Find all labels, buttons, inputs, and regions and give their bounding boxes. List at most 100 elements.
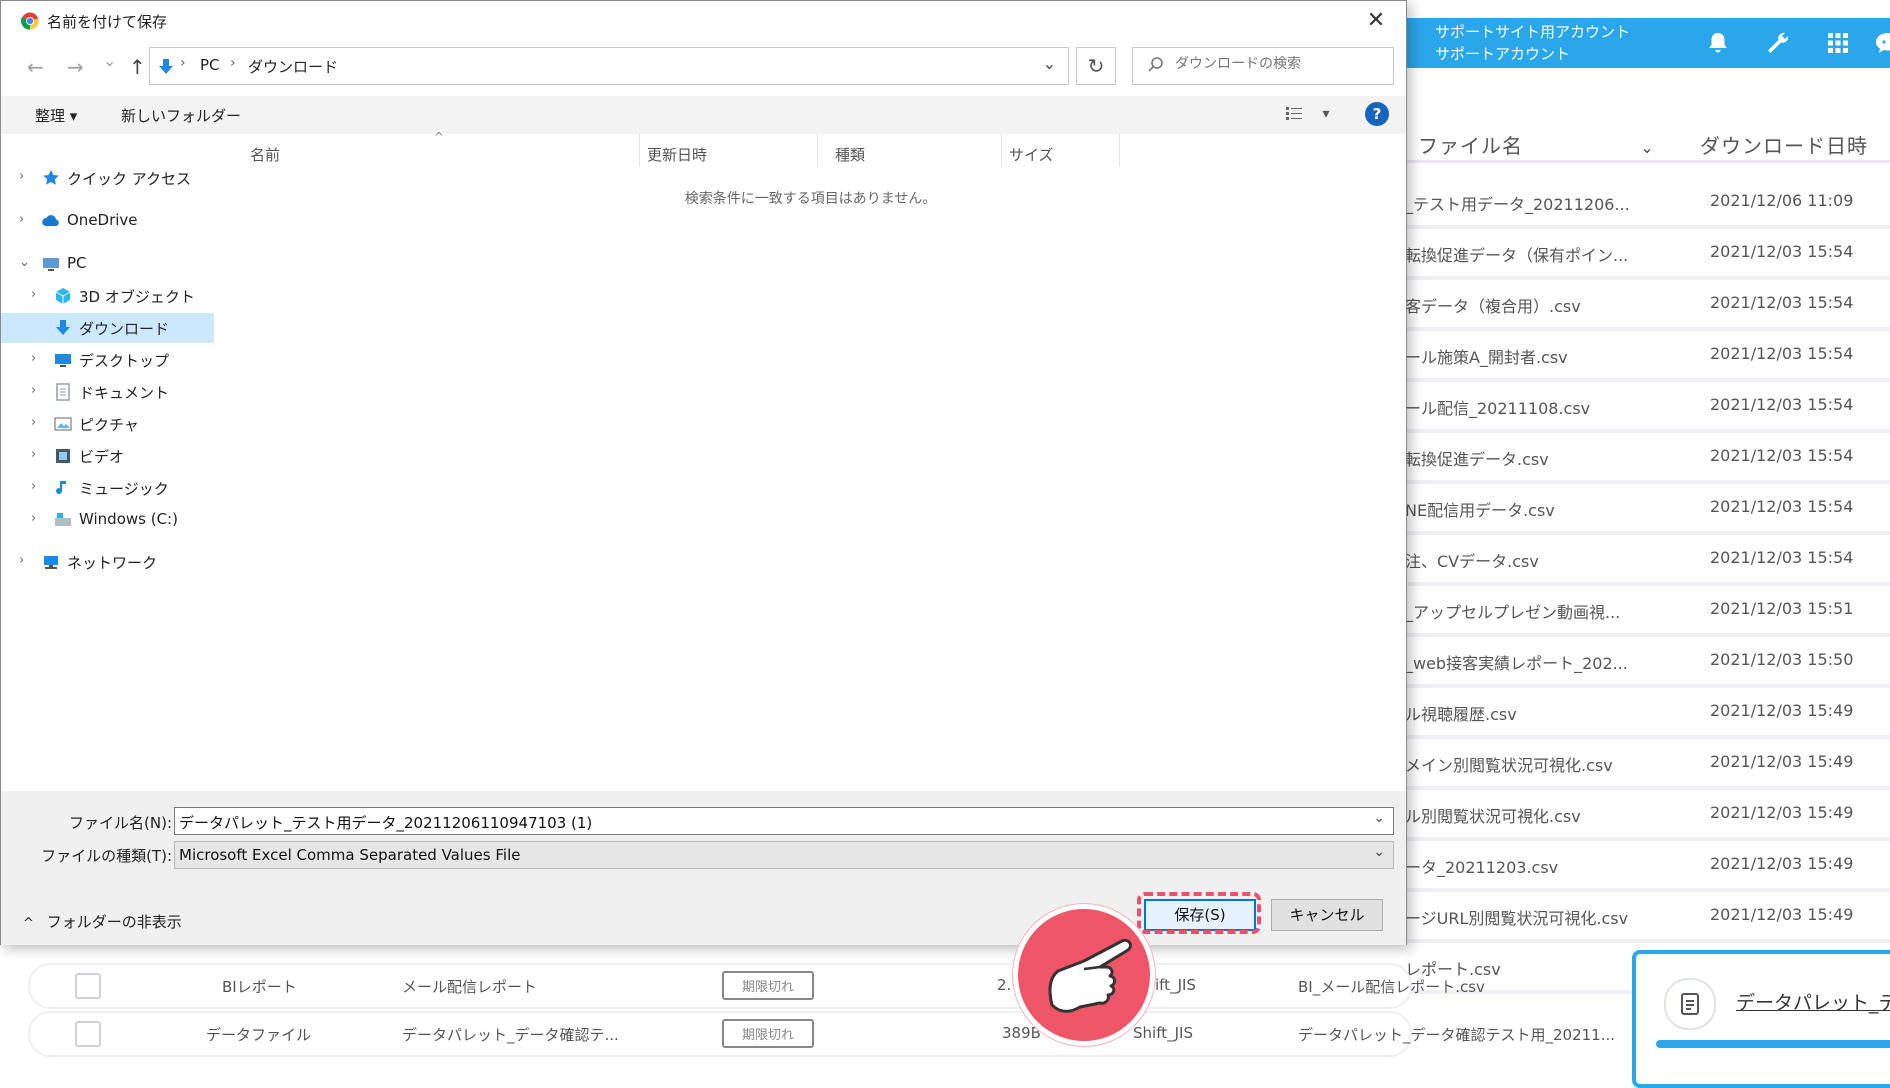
column-header-download-date[interactable]: ダウンロード日時 [1700,130,1868,159]
download-filename[interactable]: 客データ（複合用）.csv [1405,293,1665,317]
chevron-down-icon[interactable]: ⌄ [19,255,30,270]
chevron-down-icon[interactable]: ⌄ [1640,138,1654,157]
download-row[interactable]: ル別閲覧状況可視化.csv 2021/12/03 15:49 [1405,793,1890,841]
download-filename[interactable]: メイン別閲覧状況可視化.csv [1405,752,1665,776]
download-row[interactable]: ル視聴履歴.csv 2021/12/03 15:49 [1405,691,1890,739]
file-table-row[interactable]: データファイル データパレット_データ確認テ... 期限切れ 389B Shif… [28,1011,1615,1057]
breadcrumb-downloads[interactable]: ダウンロード [248,56,338,77]
download-popup[interactable]: データパレット_テ 1 [1632,950,1890,1088]
column-header-size[interactable]: サイズ [1009,144,1054,165]
tree-item-cube[interactable]: › 3D オブジェクト [1,281,214,311]
close-icon[interactable]: ✕ [1356,5,1396,37]
chevron-right-icon[interactable]: › [31,415,36,430]
download-filename[interactable]: 注、CVデータ.csv [1405,548,1665,572]
row-checkbox[interactable] [75,1021,101,1047]
tree-item-video[interactable]: › ビデオ [1,441,214,471]
row-file[interactable]: データパレット_データ確認テスト用_20211... [1298,1024,1615,1045]
download-row[interactable]: 注、CVデータ.csv 2021/12/03 15:54 [1405,538,1890,586]
tree-item-computer[interactable]: ⌄ PC [1,249,214,279]
download-filename[interactable]: NE配信用データ.csv [1405,497,1665,521]
download-filename[interactable]: ージURL別閲覧状況可視化.csv [1405,905,1665,929]
grid-icon[interactable] [1825,30,1851,56]
organize-button[interactable]: 整理 ▾ [35,105,77,126]
tree-item-cloud[interactable]: › OneDrive [1,206,214,236]
bell-icon[interactable] [1705,30,1731,56]
chevron-right-icon[interactable]: › [19,169,24,184]
download-filename[interactable]: ル視聴履歴.csv [1405,701,1665,725]
download-row[interactable]: ージURL別閲覧状況可視化.csv 2021/12/03 15:49 [1405,895,1890,943]
download-filename[interactable]: _アップセルプレゼン動画視... [1405,599,1665,623]
hide-folders-button[interactable]: ^ フォルダーの非表示 [23,911,182,932]
chevron-right-icon[interactable]: › [31,351,36,366]
search-input[interactable] [1173,55,1387,73]
column-header-filename[interactable]: ファイル名 ⌄ [1418,130,1655,159]
tree-item-download[interactable]: ダウンロード [1,313,214,343]
column-divider[interactable] [1001,134,1002,167]
chevron-down-icon[interactable]: ⌄ [1373,810,1385,826]
recent-locations-button[interactable]: ⌄ [103,51,116,70]
chevron-right-icon[interactable]: › [31,287,36,302]
search-box[interactable] [1132,47,1394,85]
column-header-modified[interactable]: 更新日時 [647,144,707,165]
column-divider[interactable] [1119,134,1120,167]
chevron-down-icon[interactable]: ⌄ [1043,54,1056,73]
tree-item-desktop[interactable]: › デスクトップ [1,345,214,375]
download-row[interactable]: NE配信用データ.csv 2021/12/03 15:54 [1405,487,1890,535]
chevron-right-icon[interactable]: › [31,511,36,526]
address-bar[interactable]: › PC › ダウンロード ⌄ [149,47,1069,85]
chevron-right-icon[interactable]: › [31,383,36,398]
row-file[interactable]: BI_メール配信レポート.csv [1298,976,1485,997]
column-header-name[interactable]: 名前 [250,144,280,165]
column-divider[interactable] [639,134,640,167]
chevron-down-icon[interactable]: ⌄ [1373,844,1385,860]
chevron-right-icon[interactable]: › [31,447,36,462]
row-checkbox[interactable] [75,973,101,999]
chat-icon[interactable] [1873,30,1890,56]
tree-item-star[interactable]: › クイック アクセス [1,163,214,193]
download-row[interactable]: _アップセルプレゼン動画視... 2021/12/03 15:51 [1405,589,1890,637]
nav-up-button[interactable]: ↑ [129,55,146,79]
column-divider[interactable] [817,134,818,167]
download-filename[interactable]: ール配信_20211108.csv [1405,395,1665,419]
chevron-right-icon[interactable]: › [19,212,24,227]
download-row[interactable]: 客データ（複合用）.csv 2021/12/03 15:54 [1405,283,1890,331]
tree-item-document[interactable]: › ドキュメント [1,377,214,407]
cancel-button[interactable]: キャンセル [1271,899,1383,931]
refresh-button[interactable]: ↻ [1076,47,1116,85]
filename-field[interactable]: データパレット_テスト用データ_20211206110947103 (1) ⌄ [174,807,1394,835]
download-row[interactable]: _web接客実績レポート_202... 2021/12/03 15:50 [1405,640,1890,688]
tree-item-music[interactable]: › ミュージック [1,473,214,503]
download-row[interactable]: _テスト用データ_20211206... 2021/12/06 11:09 [1405,181,1890,229]
download-filename[interactable]: 転換促進データ.csv [1405,446,1665,470]
column-header-type[interactable]: 種類 [835,144,865,165]
download-row[interactable]: メイン別閲覧状況可視化.csv 2021/12/03 15:49 [1405,742,1890,790]
nav-forward-button[interactable]: → [67,55,84,79]
help-button[interactable]: ? [1365,102,1389,126]
download-filename[interactable]: ール施策A_開封者.csv [1405,344,1665,368]
account-name[interactable]: サポートサイト用アカウント サポートアカウント [1435,21,1665,65]
wrench-icon[interactable] [1765,30,1791,56]
file-table-row[interactable]: BIレポート メール配信レポート 期限切れ 2. ift_JIS BI_メール配… [28,963,1485,1009]
download-row[interactable]: ータ_20211203.csv 2021/12/03 15:49 [1405,844,1890,892]
tree-item-picture[interactable]: › ピクチャ [1,409,214,439]
chevron-right-icon[interactable]: › [19,553,24,568]
download-row[interactable]: ール配信_20211108.csv 2021/12/03 15:54 [1405,385,1890,433]
filetype-select[interactable]: Microsoft Excel Comma Separated Values F… [174,841,1394,869]
download-row[interactable]: 転換促進データ.csv 2021/12/03 15:54 [1405,436,1890,484]
nav-back-button[interactable]: ← [27,55,44,79]
download-filename[interactable]: ル別閲覧状況可視化.csv [1405,803,1665,827]
download-filename[interactable]: _web接客実績レポート_202... [1405,650,1665,674]
view-options-button[interactable]: ▾ [1286,106,1329,122]
tree-item-network[interactable]: › ネットワーク [1,547,214,577]
popup-filename[interactable]: データパレット_テ [1736,988,1890,1015]
download-filename[interactable]: 転換促進データ（保有ポイン... [1405,242,1665,266]
download-filename[interactable]: ータ_20211203.csv [1405,854,1665,878]
chevron-right-icon[interactable]: › [31,479,36,494]
new-folder-button[interactable]: 新しいフォルダー [121,105,241,126]
download-row[interactable]: ール施策A_開封者.csv 2021/12/03 15:54 [1405,334,1890,382]
filename-value[interactable]: データパレット_テスト用データ_20211206110947103 (1) [179,812,592,833]
breadcrumb-pc[interactable]: PC [200,56,220,74]
download-row[interactable]: 転換促進データ（保有ポイン... 2021/12/03 15:54 [1405,232,1890,280]
tree-item-drive[interactable]: › Windows (C:) [1,505,214,535]
download-filename[interactable]: _テスト用データ_20211206... [1405,191,1665,215]
